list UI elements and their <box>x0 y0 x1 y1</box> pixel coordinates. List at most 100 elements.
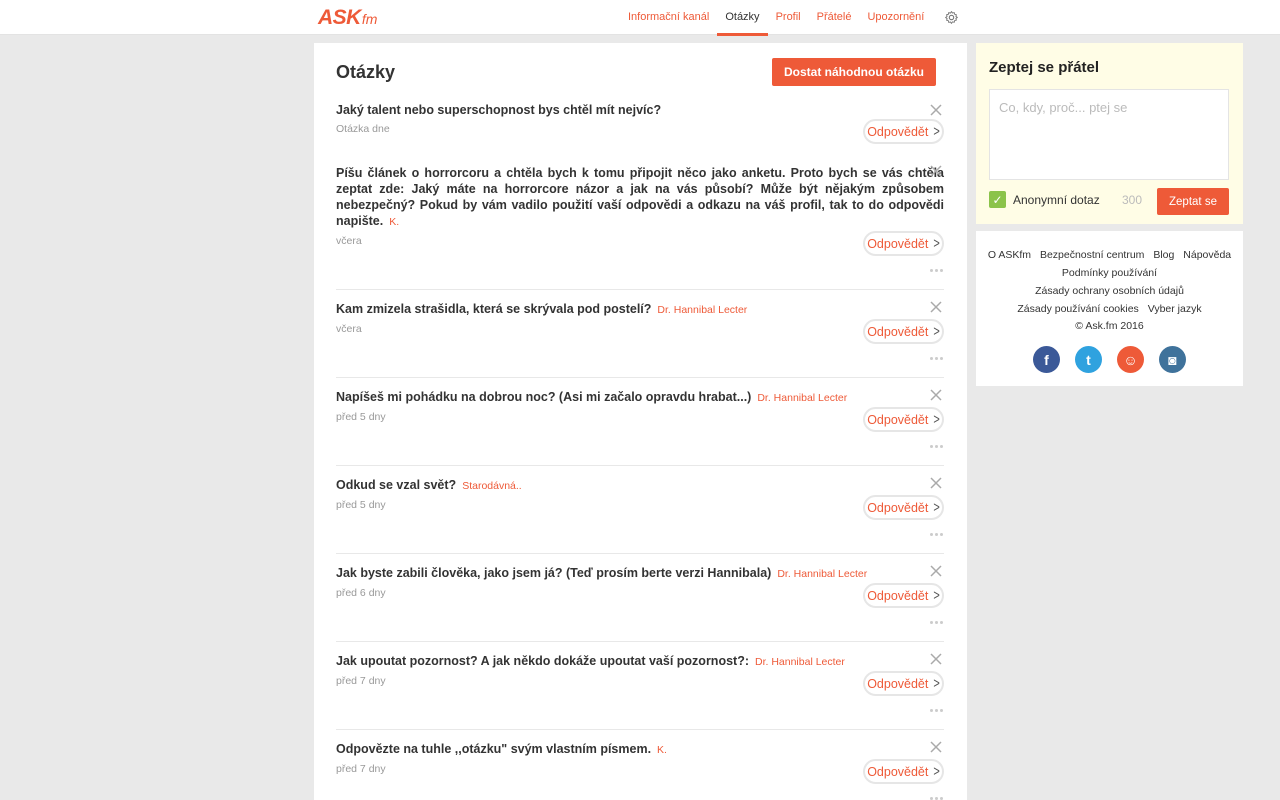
footer-link[interactable]: Blog <box>1153 249 1174 261</box>
answer-button[interactable]: Odpovědět > <box>863 119 944 144</box>
random-question-button[interactable]: Dostat náhodnou otázku <box>772 58 936 86</box>
more-options-icon[interactable] <box>930 445 944 449</box>
divider <box>336 377 944 378</box>
question-author[interactable]: Starodávná.. <box>462 480 522 492</box>
logo-suffix: fm <box>361 11 378 27</box>
question-item: Odkud se vzal svět? Starodávná.. před 5 d… <box>336 477 944 536</box>
footer-link[interactable]: Vyber jazyk <box>1148 303 1202 315</box>
question-time: Otázka dne <box>336 123 390 135</box>
question-item: Napíšeš mi pohádku na dobrou noc? (Asi m… <box>336 389 944 448</box>
question-author[interactable]: Dr. Hannibal Lecter <box>657 304 747 316</box>
answer-button[interactable]: Odpovědět > <box>863 495 944 520</box>
char-counter: 300 <box>1122 193 1143 207</box>
nav-item-notifications[interactable]: Upozornění <box>859 0 932 35</box>
question-author[interactable]: Dr. Hannibal Lecter <box>755 656 845 668</box>
answer-button[interactable]: Odpovědět > <box>863 231 944 256</box>
answer-button[interactable]: Odpovědět > <box>863 407 944 432</box>
close-icon[interactable] <box>930 741 942 753</box>
chevron-right-icon: > <box>933 323 940 340</box>
question-item: Jak upoutat pozornost? A jak někdo dokáž… <box>336 653 944 712</box>
close-icon[interactable] <box>930 565 942 577</box>
footer-panel: O ASKfm Bezpečnostní centrum Blog Nápově… <box>976 231 1243 386</box>
close-icon[interactable] <box>930 477 942 489</box>
close-icon[interactable] <box>930 301 942 313</box>
question-text[interactable]: Napíšeš mi pohádku na dobrou noc? (Asi m… <box>336 389 944 406</box>
question-author[interactable]: K. <box>389 216 399 228</box>
footer-link[interactable]: Zásady používání cookies <box>1017 303 1138 315</box>
footer-link[interactable]: Bezpečnostní centrum <box>1040 249 1144 261</box>
ask-title: Zeptej se přátel <box>989 59 1100 76</box>
instagram-icon[interactable]: ◙ <box>1159 346 1186 373</box>
footer-link[interactable]: Podmínky používání <box>1062 267 1157 279</box>
chevron-right-icon: > <box>933 499 940 516</box>
close-icon[interactable] <box>930 389 942 401</box>
chevron-right-icon: > <box>933 123 940 140</box>
question-time: včera <box>336 323 362 335</box>
question-input[interactable]: Co, kdy, proč... ptej se <box>989 89 1229 180</box>
close-icon[interactable] <box>930 104 942 116</box>
question-text[interactable]: Jaký talent nebo superschopnost bys chtě… <box>336 102 944 118</box>
divider <box>336 553 944 554</box>
askfm-logo[interactable]: ASK fm <box>318 6 378 29</box>
chevron-right-icon: > <box>933 235 940 252</box>
question-item: Jak byste zabili člověka, jako jsem já? … <box>336 565 944 624</box>
close-icon[interactable] <box>930 653 942 665</box>
twitter-icon[interactable]: t <box>1075 346 1102 373</box>
divider <box>336 465 944 466</box>
facebook-icon[interactable]: f <box>1033 346 1060 373</box>
question-text[interactable]: Kam zmizela strašidla, která se skrývala… <box>336 301 944 318</box>
question-text[interactable]: Odpovězte na tuhle ,,otázku" svým vlastn… <box>336 741 944 758</box>
anonymous-checkbox[interactable]: ✓ <box>989 191 1006 208</box>
answer-button[interactable]: Odpovědět > <box>863 319 944 344</box>
question-author[interactable]: Dr. Hannibal Lecter <box>757 392 847 404</box>
top-bar: ASK fm Informační kanál Otázky Profil Přá… <box>0 0 1280 36</box>
question-item: Odpovězte na tuhle ,,otázku" svým vlastn… <box>336 741 944 800</box>
question-text[interactable]: Jak upoutat pozornost? A jak někdo dokáž… <box>336 653 944 670</box>
question-time: před 6 dny <box>336 587 386 599</box>
more-options-icon[interactable] <box>930 621 944 625</box>
anonymous-label[interactable]: Anonymní dotaz <box>1013 193 1100 207</box>
more-options-icon[interactable] <box>930 269 944 273</box>
footer-link[interactable]: Nápověda <box>1183 249 1231 261</box>
question-time: před 5 dny <box>336 499 386 511</box>
question-item: Píšu článek o horrorcoru a chtěla bych k… <box>336 165 944 272</box>
question-text[interactable]: Píšu článek o horrorcoru a chtěla bych k… <box>336 165 944 230</box>
footer-links: O ASKfm Bezpečnostní centrum Blog Nápově… <box>976 246 1243 318</box>
ask-friends-panel: Zeptej se přátel Co, kdy, proč... ptej s… <box>976 43 1243 224</box>
question-author[interactable]: Dr. Hannibal Lecter <box>777 568 867 580</box>
nav-item-feed[interactable]: Informační kanál <box>620 0 717 35</box>
gear-icon[interactable] <box>944 10 959 25</box>
ask-button[interactable]: Zeptat se <box>1157 188 1229 215</box>
chevron-right-icon: > <box>933 587 940 604</box>
nav-item-friends[interactable]: Přátelé <box>809 0 860 35</box>
answer-button[interactable]: Odpovědět > <box>863 671 944 696</box>
chevron-right-icon: > <box>933 763 940 780</box>
question-item: Jaký talent nebo superschopnost bys chtě… <box>336 102 944 144</box>
logo-main: ASK <box>318 6 361 29</box>
social-links: f t ☺ ◙ <box>1033 346 1186 373</box>
answer-button[interactable]: Odpovědět > <box>863 759 944 784</box>
question-text[interactable]: Odkud se vzal svět? Starodávná.. <box>336 477 944 494</box>
nav-item-questions[interactable]: Otázky <box>717 0 768 36</box>
close-icon[interactable] <box>930 165 942 177</box>
divider <box>336 289 944 290</box>
question-time: před 7 dny <box>336 763 386 775</box>
more-options-icon[interactable] <box>930 709 944 713</box>
question-text[interactable]: Jak byste zabili člověka, jako jsem já? … <box>336 565 944 582</box>
more-options-icon[interactable] <box>930 357 944 361</box>
nav-item-profile[interactable]: Profil <box>768 0 809 35</box>
askfm-icon[interactable]: ☺ <box>1117 346 1144 373</box>
footer-link[interactable]: O ASKfm <box>988 249 1031 261</box>
question-time: před 7 dny <box>336 675 386 687</box>
answer-button[interactable]: Odpovědět > <box>863 583 944 608</box>
chevron-right-icon: > <box>933 411 940 428</box>
divider <box>336 641 944 642</box>
questions-panel: Otázky Dostat náhodnou otázku Jaký talen… <box>314 43 967 800</box>
question-time: před 5 dny <box>336 411 386 423</box>
footer-link[interactable]: Zásady ochrany osobních údajů <box>1035 285 1184 297</box>
question-item: Kam zmizela strašidla, která se skrývala… <box>336 301 944 360</box>
more-options-icon[interactable] <box>930 533 944 537</box>
divider <box>336 729 944 730</box>
main-nav: Informační kanál Otázky Profil Přátelé U… <box>620 0 932 36</box>
question-author[interactable]: K. <box>657 744 667 756</box>
